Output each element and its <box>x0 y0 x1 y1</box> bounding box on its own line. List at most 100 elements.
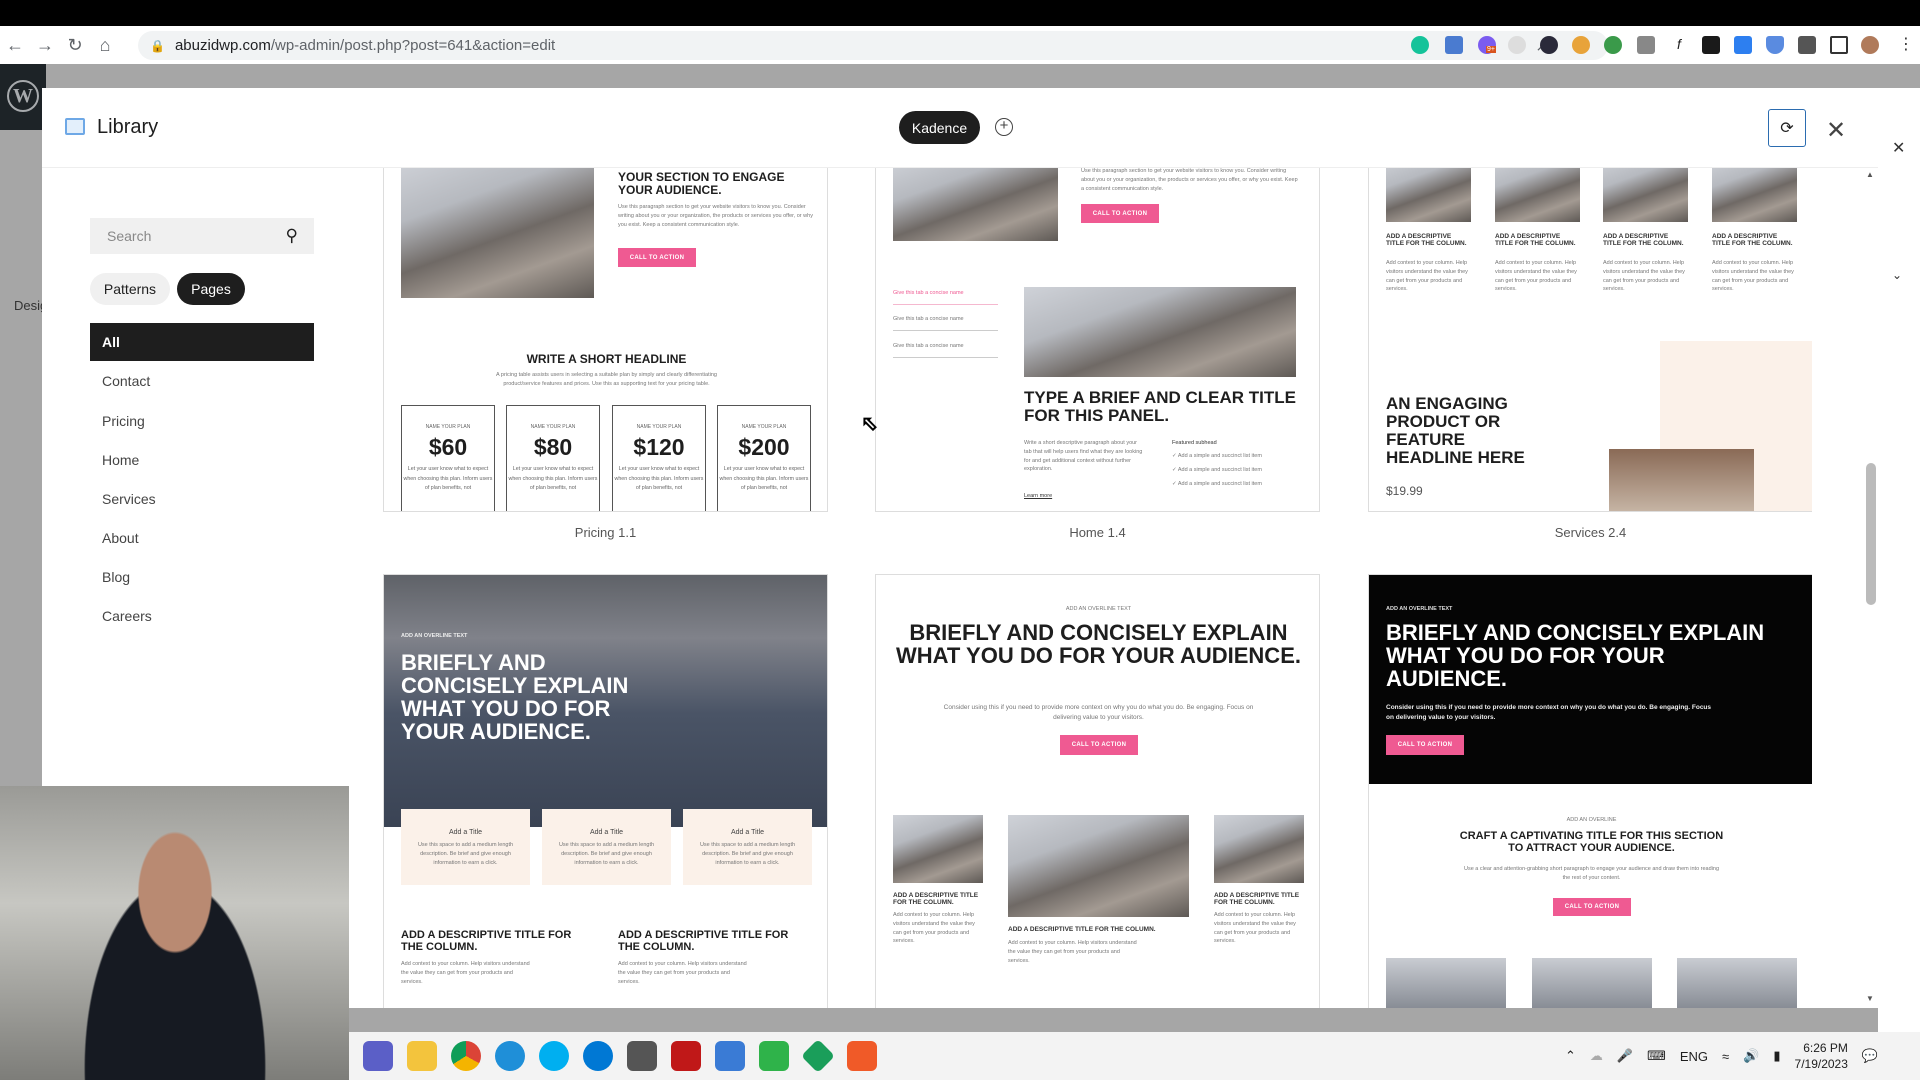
grammarly-extension-icon[interactable] <box>1411 36 1429 54</box>
chrome-icon[interactable] <box>451 1041 481 1071</box>
extension-icon-5[interactable] <box>1702 36 1720 54</box>
home-icon[interactable]: ⌂ <box>90 35 120 56</box>
feature-title: Add a Title <box>730 829 765 836</box>
page-card-services-2-4[interactable]: ADD A DESCRIPTIVE TITLE FOR THE COLUMN. … <box>1368 168 1812 512</box>
sidebar-toggle-icon[interactable] <box>1830 36 1848 54</box>
file-explorer-icon[interactable] <box>407 1041 437 1071</box>
extension-badge: 9+ <box>1486 46 1496 53</box>
category-home[interactable]: Home <box>90 441 314 479</box>
patterns-toggle[interactable]: Patterns <box>90 273 170 305</box>
extensions-puzzle-icon[interactable] <box>1798 36 1816 54</box>
power-extension-icon[interactable] <box>1508 36 1526 54</box>
cta-button: CALL TO ACTION <box>618 248 696 267</box>
page-card-home-1-4[interactable]: Use this paragraph section to get your w… <box>875 168 1320 512</box>
scroll-down-arrow-icon[interactable]: ▼ <box>1866 994 1874 1003</box>
list-item: ✓ Add a simple and succinct list item <box>1172 481 1262 487</box>
calculator-icon[interactable] <box>627 1041 657 1071</box>
battery-icon[interactable]: ▮ <box>1773 1048 1780 1064</box>
volume-icon[interactable]: 🔊 <box>1743 1048 1759 1064</box>
forward-icon[interactable]: → <box>30 35 60 56</box>
notepad-icon[interactable] <box>715 1041 745 1071</box>
profile-avatar[interactable] <box>1861 36 1879 54</box>
category-contact[interactable]: Contact <box>90 362 314 400</box>
library-search-input[interactable]: Search ⚲ <box>90 218 314 254</box>
category-pricing[interactable]: Pricing <box>90 402 314 440</box>
pages-toggle[interactable]: Pages <box>177 273 245 305</box>
card-heading: TYPE A BRIEF AND CLEAR TITLE FOR THIS PA… <box>1024 388 1296 425</box>
category-blog[interactable]: Blog <box>90 558 314 596</box>
page-card[interactable]: ADD AN OVERLINE TEXT BRIEFLY AND CONCISE… <box>875 574 1320 1008</box>
show-hidden-icons-chevron[interactable]: ⌃ <box>1565 1048 1576 1064</box>
plan-name: NAME YOUR PLAN <box>636 424 682 430</box>
url-path: /wp-admin/post.php?post=641&action=edit <box>270 37 556 54</box>
clock-time: 6:26 PM <box>1803 1041 1848 1055</box>
plan-name: NAME YOUR PLAN <box>530 424 576 430</box>
tab-item: Give this tab a concise name <box>893 289 998 305</box>
plan-card: NAME YOUR PLAN $120 Let your user know wha… <box>612 405 706 511</box>
wifi-icon[interactable]: ≈ <box>1722 1049 1729 1064</box>
onedrive-icon[interactable]: ☁ <box>1590 1048 1603 1064</box>
skype-business-icon[interactable] <box>583 1041 613 1071</box>
panel-chevron-icon[interactable]: ⌄ <box>1892 268 1902 282</box>
sync-library-button[interactable]: ⟳ <box>1768 109 1806 147</box>
extension-icon-2[interactable] <box>1572 36 1590 54</box>
mountain-image <box>1008 815 1189 917</box>
wordpress-logo-icon[interactable]: W <box>7 80 39 112</box>
camtasia-icon[interactable] <box>759 1041 789 1071</box>
mountain-image <box>401 168 594 298</box>
extension-icon-3[interactable] <box>1604 36 1622 54</box>
address-bar[interactable]: 🔒 abuzidwp.com/wp-admin/post.php?post=64… <box>138 31 1608 60</box>
plan-card: NAME YOUR PLAN $80 Let your user know what… <box>506 405 600 511</box>
column-title: ADD A DESCRIPTIVE TITLE FOR THE COLUMN. <box>1008 926 1156 933</box>
extension-icon-6[interactable] <box>1734 36 1752 54</box>
category-careers[interactable]: Careers <box>90 597 314 635</box>
reload-icon[interactable]: ↻ <box>60 35 90 56</box>
scroll-up-arrow-icon[interactable]: ▲ <box>1866 170 1874 179</box>
close-modal-button[interactable]: ✕ <box>1826 116 1846 145</box>
notifications-icon[interactable]: 💬 <box>1862 1048 1878 1064</box>
panel-close-icon[interactable]: ✕ <box>1892 138 1905 158</box>
url-domain: abuzidwp.com <box>174 37 271 54</box>
tab-item: Give this tab a concise name <box>893 342 998 358</box>
category-all[interactable]: All <box>90 323 314 361</box>
learn-more-link: Learn more <box>1024 493 1053 499</box>
app-icon[interactable] <box>801 1039 835 1073</box>
card-heading: AN ENGAGING PRODUCT OR FEATURE HEADLINE … <box>1386 394 1525 467</box>
plan-desc: Let your user know what to expect when c… <box>614 466 704 492</box>
page-card[interactable]: ADD AN OVERLINE TEXT BRIEFLY AND CONCISE… <box>1368 574 1812 1008</box>
edge-icon[interactable] <box>495 1041 525 1071</box>
section-body: Use a clear and attention-grabbing short… <box>1464 866 1720 881</box>
search-icon[interactable]: ⚲ <box>286 226 298 246</box>
back-icon[interactable]: ← <box>0 35 30 56</box>
formula-extension-icon[interactable]: f <box>1670 36 1688 54</box>
card-body: Use this paragraph section to get your w… <box>618 204 813 228</box>
page-card[interactable]: ADD AN OVERLINE TEXT BRIEFLY AND CONCISE… <box>383 574 828 1008</box>
column-title: ADD A DESCRIPTIVE TITLE FOR THE COLUMN. <box>1386 233 1467 247</box>
feature-title: Add a Title <box>589 829 624 836</box>
browser-menu-icon[interactable]: ⋮ <box>1898 34 1914 54</box>
kadence-source-tab[interactable]: Kadence <box>899 111 980 144</box>
add-source-button[interactable]: + <box>995 118 1013 136</box>
clock[interactable]: 6:26 PM 7/19/2023 <box>1795 1040 1848 1072</box>
scrollbar-thumb[interactable] <box>1866 463 1876 605</box>
teams-icon[interactable] <box>363 1041 393 1071</box>
language-indicator[interactable]: ENG <box>1680 1049 1708 1064</box>
shield-extension-icon[interactable] <box>1766 36 1784 54</box>
plan-price: $120 <box>633 434 685 460</box>
keyboard-icon[interactable]: ⌨ <box>1647 1048 1666 1064</box>
extension-icon-4[interactable] <box>1637 36 1655 54</box>
mcafee-icon[interactable] <box>671 1041 701 1071</box>
k-extension-icon[interactable] <box>1540 36 1558 54</box>
skype-icon[interactable] <box>539 1041 569 1071</box>
editor-right-panel: ✕ ⌄ <box>1878 88 1920 1032</box>
category-about[interactable]: About <box>90 519 314 557</box>
microphone-icon[interactable]: 🎤 <box>1617 1048 1633 1064</box>
category-services[interactable]: Services <box>90 480 314 518</box>
presenter-video <box>60 830 290 1080</box>
mountain-image <box>893 815 983 883</box>
recorder-icon[interactable] <box>847 1041 877 1071</box>
column-title: ADD A DESCRIPTIVE TITLE FOR THE COLUMN. <box>618 929 789 953</box>
extension-badge-icon[interactable]: 9+ <box>1478 36 1496 54</box>
page-card-pricing-1-1[interactable]: YOUR SECTION TO ENGAGE YOUR AUDIENCE. Us… <box>383 168 828 512</box>
extension-icon[interactable] <box>1445 36 1463 54</box>
